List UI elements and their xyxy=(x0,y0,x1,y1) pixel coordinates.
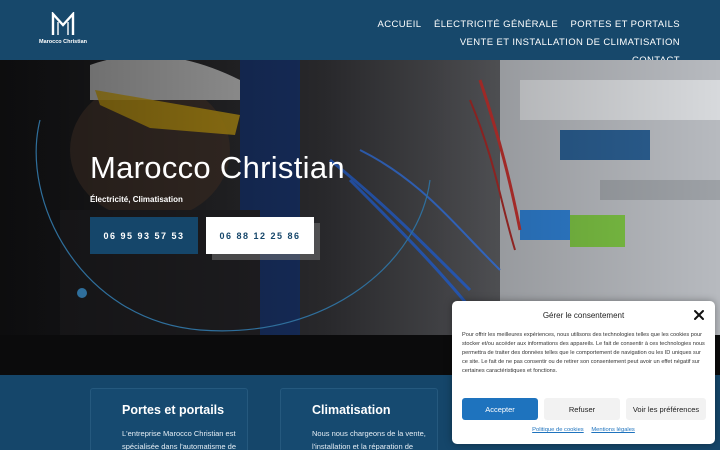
consent-links: Politique de cookies Mentions légales xyxy=(452,427,715,433)
service-card-title: Portes et portails xyxy=(122,403,225,417)
service-card-portes[interactable]: Portes et portails L'entreprise Marocco … xyxy=(90,388,248,450)
hero-subtitle: Électricité, Climatisation xyxy=(90,195,183,204)
nav-portes[interactable]: PORTES ET PORTAILS xyxy=(571,17,680,32)
nav-climatisation[interactable]: VENTE ET INSTALLATION DE CLIMATISATION xyxy=(460,35,680,50)
hero-title: Marocco Christian xyxy=(90,150,345,185)
nav-accueil[interactable]: ACCUEIL xyxy=(378,17,422,32)
hero-section: Marocco Christian Électricité, Climatisa… xyxy=(0,60,720,335)
cookie-consent-dialog: Gérer le consentement Pour offrir les me… xyxy=(452,301,715,444)
service-card-text: Nous nous chargeons de la vente, l'insta… xyxy=(312,429,426,450)
site-logo[interactable]: Marocco Christian xyxy=(38,12,88,48)
legal-notice-link[interactable]: Mentions légales xyxy=(591,427,635,433)
refuse-button[interactable]: Refuser xyxy=(544,398,620,420)
cookie-policy-link[interactable]: Politique de cookies xyxy=(532,427,584,433)
site-header: Marocco Christian ACCUEIL ÉLECTRICITÉ GÉ… xyxy=(0,0,720,66)
consent-title: Gérer le consentement xyxy=(542,311,625,320)
nav-electricite[interactable]: ÉLECTRICITÉ GÉNÉRALE xyxy=(434,17,558,32)
service-card-climatisation[interactable]: Climatisation Nous nous chargeons de la … xyxy=(280,388,438,450)
service-card-title: Climatisation xyxy=(312,403,391,417)
consent-body-text: Pour offrir les meilleures expériences, … xyxy=(462,332,705,374)
service-card-text: L'entreprise Marocco Christian est spéci… xyxy=(122,429,236,450)
accept-button[interactable]: Accepter xyxy=(462,398,538,420)
close-icon[interactable] xyxy=(693,309,705,321)
preferences-button[interactable]: Voir les préférences xyxy=(626,398,706,420)
logo-text: Marocco Christian xyxy=(39,39,87,45)
phone-button-2[interactable]: 06 88 12 25 86 xyxy=(206,217,314,254)
logo-m-icon xyxy=(51,12,75,35)
phone-button-1[interactable]: 06 95 93 57 53 xyxy=(90,217,198,254)
